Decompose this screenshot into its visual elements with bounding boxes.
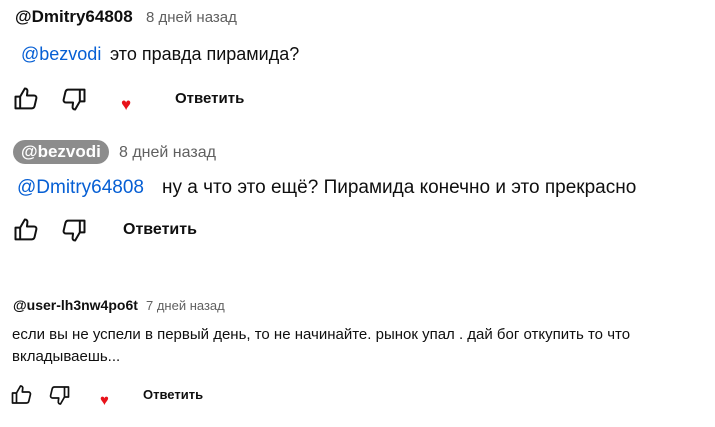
heart-icon: ♥ bbox=[100, 392, 109, 409]
reply-button[interactable]: Ответить bbox=[123, 221, 197, 239]
thumbs-up-icon[interactable] bbox=[11, 216, 41, 244]
comment-text: ну а что это ещё? Пирамида конечно и это… bbox=[162, 177, 637, 198]
comment-author-badge[interactable]: @bezvodi bbox=[13, 140, 109, 164]
comment-time[interactable]: 7 дней назад bbox=[146, 298, 225, 313]
comment-time[interactable]: 8 дней назад bbox=[146, 9, 237, 26]
heart-icon: ♥ bbox=[121, 95, 132, 114]
reply-button[interactable]: Ответить bbox=[175, 90, 244, 107]
comment-time[interactable]: 8 дней назад bbox=[119, 144, 216, 162]
thumbs-up-icon[interactable] bbox=[9, 383, 34, 407]
reply-button[interactable]: Ответить bbox=[143, 387, 203, 402]
comment-mention[interactable]: @bezvodi bbox=[21, 44, 101, 65]
thumbs-down-icon[interactable] bbox=[59, 85, 89, 113]
comment-author[interactable]: @user-lh3nw4po6t bbox=[13, 297, 138, 313]
comment-text: если вы не успели в первый день, то не н… bbox=[12, 326, 631, 365]
comment-author[interactable]: @Dmitry64808 bbox=[15, 7, 133, 27]
comment-mention[interactable]: @Dmitry64808 bbox=[17, 177, 144, 199]
comment-text: это правда пирамида? bbox=[110, 44, 300, 64]
thumbs-up-icon[interactable] bbox=[11, 85, 41, 113]
thumbs-down-icon[interactable] bbox=[47, 383, 72, 407]
thumbs-down-icon[interactable] bbox=[59, 216, 89, 244]
